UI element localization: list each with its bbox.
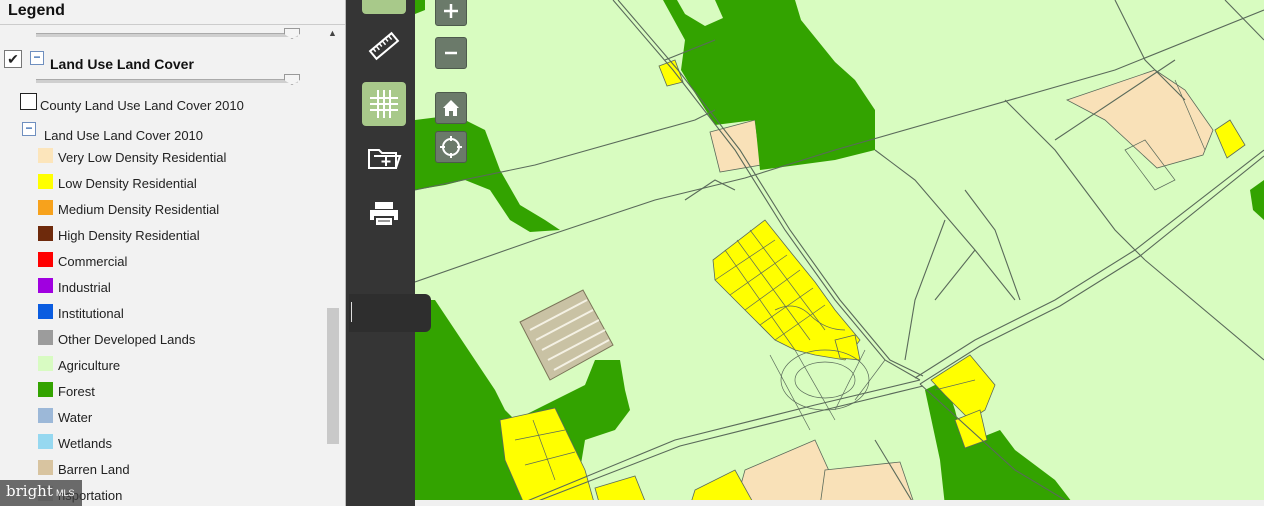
legend-item-label: Commercial — [58, 254, 128, 269]
grid-button[interactable] — [362, 82, 406, 126]
layer-name: Land Use Land Cover — [50, 56, 194, 72]
legend-item: Barren Land — [38, 460, 318, 477]
legend-item-label: High Density Residential — [58, 228, 200, 243]
legend-swatch — [38, 148, 53, 163]
scroll-up-arrow-icon[interactable]: ▲ — [328, 28, 337, 38]
legend-swatch — [38, 356, 53, 371]
crosshair-icon — [440, 136, 462, 158]
legend-item: Low Density Residential — [38, 174, 318, 191]
zoom-out-button[interactable] — [435, 37, 467, 69]
brightmls-watermark: bright MLS — [0, 480, 82, 506]
printer-icon — [370, 202, 398, 227]
legend-swatch — [38, 408, 53, 423]
legend-item: Industrial — [38, 278, 318, 295]
watermark-suffix: MLS — [56, 488, 75, 498]
legend-item-label: Barren Land — [58, 462, 130, 477]
legend-title: Legend — [8, 2, 65, 19]
locate-button[interactable] — [435, 131, 467, 163]
legend-item-label: Other Developed Lands — [58, 332, 196, 347]
minus-icon — [445, 51, 457, 55]
layer-visibility-checkbox[interactable]: ✔ — [4, 50, 22, 68]
legend-scrollbar[interactable] — [327, 308, 339, 444]
legend-item-label: Agriculture — [58, 358, 121, 373]
legend-item: Agriculture — [38, 356, 318, 373]
legend-item: Very Low Density Residential — [38, 148, 318, 165]
legend-item-label: Forest — [58, 384, 95, 399]
map-canvas[interactable] — [415, 0, 1264, 506]
flag-tool-button[interactable] — [362, 0, 406, 14]
opacity-slider-previous[interactable] — [36, 33, 298, 37]
watermark-brand: bright — [6, 482, 53, 500]
land-use-map[interactable] — [415, 0, 1264, 506]
legend-swatch — [38, 434, 53, 449]
slider-thumb[interactable] — [284, 74, 300, 85]
home-button[interactable] — [435, 92, 467, 124]
sublayer-group: Land Use Land Cover 2010 — [44, 128, 204, 143]
opacity-slider[interactable] — [36, 79, 298, 83]
legend-panel: Legend ▲ ✔ − Land Use Land Cover County … — [0, 0, 346, 506]
legend-item-label: Very Low Density Residential — [58, 150, 227, 165]
legend-swatch — [38, 200, 53, 215]
legend-item-label: Water — [58, 410, 93, 425]
legend-item: Wetlands — [38, 434, 318, 451]
plus-icon — [444, 4, 458, 18]
legend-item-label: Industrial — [58, 280, 111, 295]
collapse-icon[interactable]: − — [22, 122, 36, 136]
legend-swatch — [38, 304, 53, 319]
map-footer-strip — [415, 500, 1264, 506]
legend-item-label: Medium Density Residential — [58, 202, 220, 217]
legend-swatch — [38, 226, 53, 241]
legend-swatch — [38, 330, 53, 345]
legend-item-label: Institutional — [58, 306, 124, 321]
measure-button[interactable] — [362, 24, 406, 68]
legend-swatch — [38, 252, 53, 267]
slider-thumb[interactable] — [284, 28, 300, 39]
home-icon — [443, 100, 459, 116]
zoom-in-button[interactable] — [435, 0, 467, 26]
folder-plus-icon — [368, 149, 402, 169]
legend-item: High Density Residential — [38, 226, 318, 243]
panel-collapse-tab[interactable] — [349, 294, 431, 332]
legend-swatch — [38, 382, 53, 397]
collapse-icon[interactable]: − — [30, 51, 44, 65]
legend-swatch — [38, 460, 53, 475]
grid-icon — [370, 90, 398, 118]
tool-bar — [346, 0, 415, 506]
legend-swatch — [38, 278, 53, 293]
sublayer-county: County Land Use Land Cover 2010 — [40, 98, 244, 113]
legend-item: Other Developed Lands — [38, 330, 318, 347]
sublayer-checkbox[interactable] — [20, 93, 37, 110]
ruler-icon — [368, 31, 400, 61]
print-button[interactable] — [362, 192, 406, 236]
legend-item-label: Low Density Residential — [58, 176, 197, 191]
legend-item-label: Wetlands — [58, 436, 112, 451]
legend-swatch — [38, 174, 53, 189]
legend-item: Commercial — [38, 252, 318, 269]
add-folder-button[interactable] — [362, 136, 406, 180]
legend-item: Institutional — [38, 304, 318, 321]
legend-item: Forest — [38, 382, 318, 399]
legend-item: Medium Density Residential — [38, 200, 318, 217]
tab-divider — [351, 302, 352, 322]
legend-item: Water — [38, 408, 318, 425]
